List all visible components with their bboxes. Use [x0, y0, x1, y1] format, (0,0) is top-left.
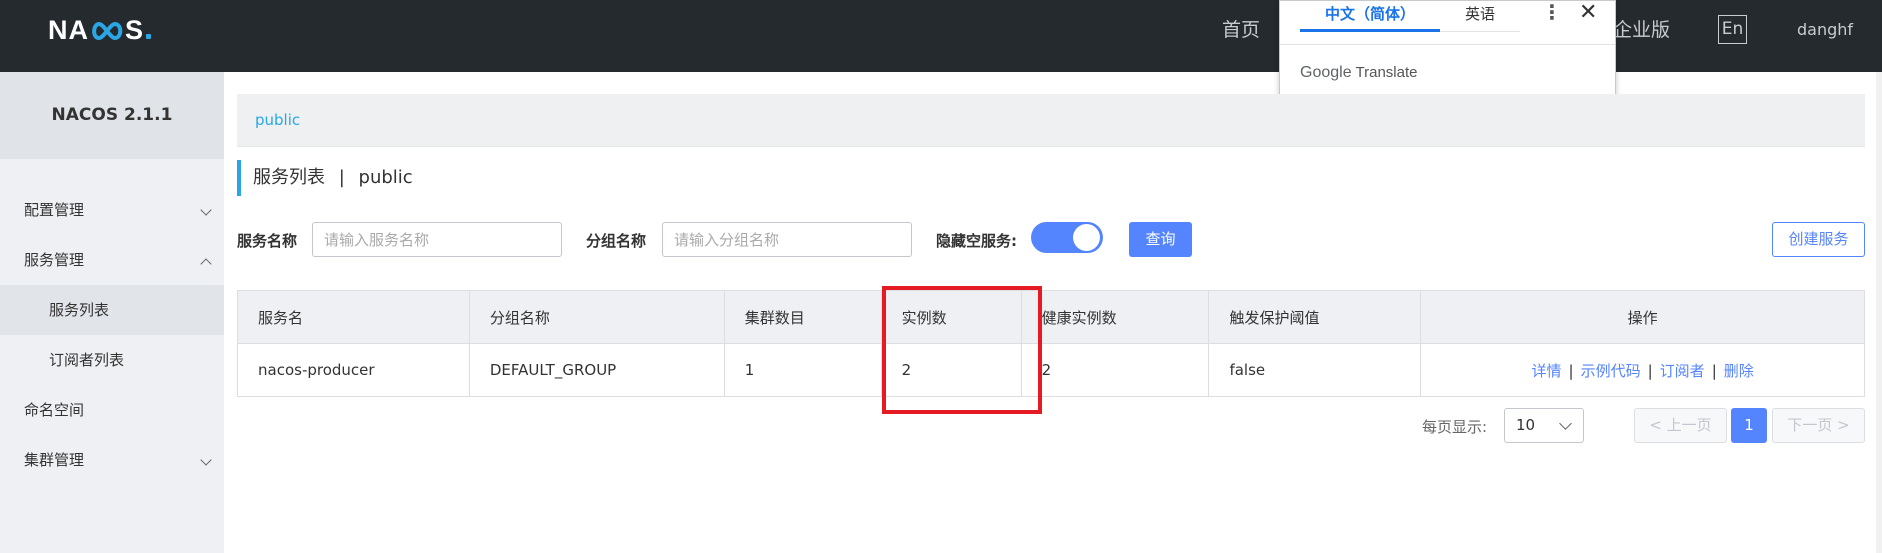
query-button[interactable]: 查询 — [1129, 222, 1192, 257]
separator: | — [1711, 361, 1717, 380]
service-name-input[interactable] — [312, 222, 562, 257]
column-header-cluster-count: 集群数目 — [723, 290, 882, 344]
page-title-namespace: public — [358, 167, 413, 188]
more-options-icon[interactable]: ⋮ — [1542, 2, 1562, 22]
chevron-down-icon — [200, 454, 212, 466]
logo-prefix: NA — [48, 15, 89, 45]
next-page-button[interactable]: 下一页 > — [1772, 408, 1865, 443]
separator: | — [1568, 361, 1574, 380]
toggle-knob — [1073, 224, 1100, 251]
cell-actions: 详情 | 示例代码 | 订阅者 | 删除 — [1420, 343, 1865, 397]
logo-infinity-icon — [92, 21, 123, 41]
subscribers-link[interactable]: 订阅者 — [1660, 362, 1705, 380]
chevron-up-icon — [200, 258, 212, 270]
chevron-down-icon — [1559, 417, 1572, 430]
sidebar-item-label: 集群管理 — [24, 451, 85, 469]
delete-link[interactable]: 删除 — [1724, 362, 1754, 380]
group-name-label: 分组名称 — [586, 232, 647, 250]
sidebar-item-label: 订阅者列表 — [49, 351, 125, 369]
title-separator: | — [338, 167, 345, 188]
table-header-row: 服务名 分组名称 集群数目 实例数 健康实例数 触发保护阈值 操作 — [237, 290, 1865, 344]
service-name-label: 服务名称 — [237, 232, 298, 250]
next-page-label: 下一页 — [1787, 416, 1833, 434]
chevron-down-icon — [200, 204, 212, 216]
group-name-input[interactable] — [662, 222, 912, 257]
close-icon[interactable]: ✕ — [1579, 1, 1597, 25]
column-header-group-name: 分组名称 — [468, 290, 725, 344]
namespace-bar: public — [237, 94, 1865, 147]
google-translate-popup: 中文（简体） 英语 ⋮ ✕ Google Translate — [1279, 0, 1616, 102]
sidebar-item-cluster-management[interactable]: 集群管理 — [0, 435, 224, 485]
details-link[interactable]: 详情 — [1532, 362, 1562, 380]
hide-empty-services-label: 隐藏空服务: — [936, 232, 1017, 250]
sidebar-item-label: 配置管理 — [24, 201, 85, 219]
sidebar: NACOS 2.1.1 配置管理 服务管理 服务列表 订阅者列表 命名空间 集群… — [0, 72, 224, 553]
chevron-left-icon: < — [1649, 416, 1667, 434]
language-switch-button[interactable]: En — [1718, 15, 1747, 44]
page-button-current[interactable]: 1 — [1731, 408, 1767, 443]
scrollbar[interactable] — [1876, 72, 1882, 553]
cell-service-name: nacos-producer — [237, 343, 470, 397]
page-size-value: 10 — [1516, 416, 1536, 434]
column-header-actions: 操作 — [1420, 290, 1865, 344]
sidebar-item-subscriber-list[interactable]: 订阅者列表 — [0, 335, 224, 385]
page-title: 服务列表 | public — [237, 160, 413, 196]
column-header-service-name: 服务名 — [237, 290, 470, 344]
divider — [1280, 44, 1615, 45]
hide-empty-services-toggle[interactable] — [1031, 222, 1103, 253]
sidebar-item-label: 服务列表 — [49, 301, 110, 319]
prev-page-button[interactable]: < 上一页 — [1634, 408, 1727, 443]
table-row: nacos-producer DEFAULT_GROUP 1 2 2 false… — [237, 343, 1865, 397]
translate-tab-english[interactable]: 英语 — [1440, 1, 1520, 32]
translate-tab-chinese[interactable]: 中文（简体） — [1300, 1, 1440, 32]
cell-protect-threshold: false — [1208, 343, 1422, 397]
sample-code-link[interactable]: 示例代码 — [1581, 362, 1641, 380]
translate-wordmark: Translate — [1355, 64, 1418, 81]
cell-cluster-count: 1 — [723, 343, 882, 397]
page-title-text: 服务列表 — [253, 167, 325, 188]
sidebar-item-label: 命名空间 — [24, 401, 85, 419]
nav-home[interactable]: 首页 — [1222, 18, 1260, 42]
nacos-logo[interactable]: NA S — [48, 14, 152, 46]
column-header-protect-threshold: 触发保护阈值 — [1208, 290, 1422, 344]
sidebar-item-config-management[interactable]: 配置管理 — [0, 185, 224, 235]
prev-page-label: 上一页 — [1666, 416, 1712, 434]
logo-suffix: S — [125, 15, 145, 45]
cell-healthy-instances: 2 — [1020, 343, 1210, 397]
nav-enterprise[interactable]: 企业版 — [1613, 18, 1670, 42]
cell-group-name: DEFAULT_GROUP — [468, 343, 725, 397]
sidebar-item-label: 服务管理 — [24, 251, 85, 269]
annotation-highlight-box — [882, 286, 1042, 414]
chevron-right-icon: > — [1832, 416, 1850, 434]
page-size-label: 每页显示: — [1422, 418, 1488, 436]
username[interactable]: danghf — [1797, 20, 1853, 39]
service-table: 服务名 分组名称 集群数目 实例数 健康实例数 触发保护阈值 操作 nacos-… — [237, 290, 1865, 397]
sidebar-item-service-management[interactable]: 服务管理 — [0, 235, 224, 285]
separator: | — [1647, 361, 1653, 380]
create-service-button[interactable]: 创建服务 — [1772, 222, 1865, 257]
google-translate-brand: Google Translate — [1300, 64, 1417, 82]
google-wordmark: Google — [1300, 64, 1352, 81]
logo-dot-icon — [146, 34, 152, 39]
sidebar-item-service-list[interactable]: 服务列表 — [0, 285, 224, 335]
page-size-select[interactable]: 10 — [1504, 408, 1584, 443]
column-header-healthy-instances: 健康实例数 — [1020, 290, 1210, 344]
namespace-link-public[interactable]: public — [255, 111, 300, 129]
sidebar-title: NACOS 2.1.1 — [0, 72, 224, 159]
sidebar-item-namespace[interactable]: 命名空间 — [0, 385, 224, 435]
